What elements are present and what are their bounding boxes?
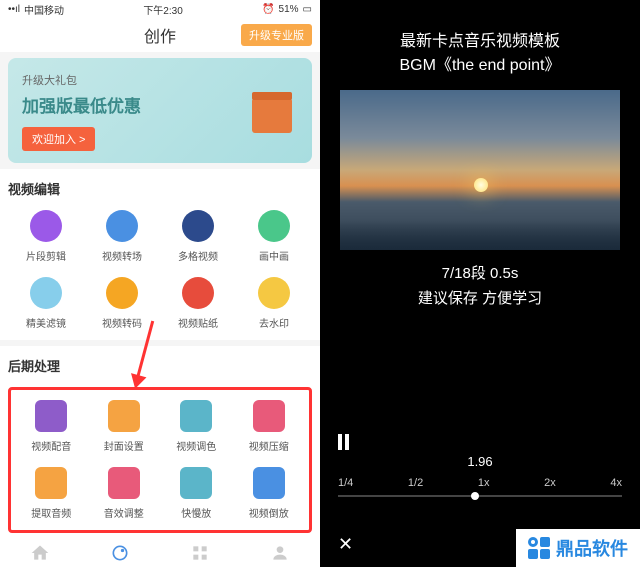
speed-mark[interactable]: 1/2 <box>408 477 423 489</box>
feature-icon <box>35 467 67 499</box>
feature-label: 音效调整 <box>104 505 144 520</box>
slider-thumb[interactable] <box>471 492 479 500</box>
video-preview[interactable] <box>340 90 620 250</box>
brand-icon <box>528 537 550 559</box>
time: 下午2:30 <box>143 2 182 17</box>
brand-text: 鼎品软件 <box>556 535 628 561</box>
grid-item-post-6[interactable]: 快慢放 <box>160 467 233 520</box>
video-title-line2: BGM《the end point》 <box>340 54 620 78</box>
grid-item-edit-5[interactable]: 视频转码 <box>84 277 160 330</box>
grid-item-edit-4[interactable]: 精美滤镜 <box>8 277 84 330</box>
tab-video[interactable] <box>80 543 160 563</box>
brand-watermark: 鼎品软件 <box>516 529 640 567</box>
section-title: 后期处理 <box>8 356 312 375</box>
feature-label: 视频调色 <box>176 438 216 453</box>
promo-subtitle: 升级大礼包 <box>22 72 298 88</box>
feature-label: 精美滤镜 <box>26 315 66 330</box>
promo-card[interactable]: 升级大礼包 加强版最低优惠 欢迎加入 > <box>8 58 312 163</box>
left-screen: ••ıl 中国移动 下午2:30 ⏰ 51% ▭ 创作 升级专业版 升级大礼包 … <box>0 0 320 567</box>
feature-label: 画中画 <box>259 248 289 263</box>
header: 创作 升级专业版 <box>0 18 320 52</box>
upgrade-button[interactable]: 升级专业版 <box>241 24 312 46</box>
section-post-process: 后期处理 视频配音 封面设置 视频调色 视频压缩提取音频 音效调整 快慢放 视频倒放 <box>0 346 320 543</box>
grid-item-post-4[interactable]: 提取音频 <box>15 467 88 520</box>
feature-icon <box>180 400 212 432</box>
feature-icon <box>182 210 214 242</box>
feature-label: 快慢放 <box>181 505 211 520</box>
tab-grid[interactable] <box>160 543 240 563</box>
grid-item-edit-3[interactable]: 画中画 <box>236 210 312 263</box>
section-video-edit: 视频编辑 片段剪辑 视频转场 多格视频 画中画精美滤镜 视频转码 视频贴纸 去水印 <box>0 169 320 340</box>
feature-label: 视频转场 <box>102 248 142 263</box>
feature-icon <box>106 277 138 309</box>
grid-item-edit-1[interactable]: 视频转场 <box>84 210 160 263</box>
feature-icon <box>180 467 212 499</box>
speed-mark[interactable]: 1x <box>478 477 490 489</box>
arrow-annotation <box>144 320 147 380</box>
feature-icon <box>108 400 140 432</box>
grid-item-post-2[interactable]: 视频调色 <box>160 400 233 453</box>
grid-item-post-0[interactable]: 视频配音 <box>15 400 88 453</box>
feature-label: 视频配音 <box>31 438 71 453</box>
feature-icon <box>30 210 62 242</box>
alarm-icon: ⏰ <box>262 4 274 15</box>
section-title: 视频编辑 <box>8 179 312 198</box>
grid-item-post-7[interactable]: 视频倒放 <box>233 467 306 520</box>
speed-slider[interactable] <box>338 495 622 497</box>
status-bar: ••ıl 中国移动 下午2:30 ⏰ 51% ▭ <box>0 0 320 18</box>
segment-info: 7/18段 0.5s <box>340 262 620 283</box>
feature-icon <box>258 210 290 242</box>
tab-bar <box>0 539 320 567</box>
grid-item-edit-7[interactable]: 去水印 <box>236 277 312 330</box>
carrier: 中国移动 <box>24 2 64 17</box>
signal-icon: ••ıl <box>8 4 20 15</box>
right-screen: 最新卡点音乐视频模板 BGM《the end point》 7/18段 0.5s… <box>320 0 640 567</box>
feature-label: 多格视频 <box>178 248 218 263</box>
feature-label: 视频贴纸 <box>178 315 218 330</box>
close-button[interactable]: ✕ <box>338 534 353 555</box>
feature-icon <box>182 277 214 309</box>
page-title: 创作 <box>144 23 176 47</box>
tab-home[interactable] <box>0 543 80 563</box>
player-controls: 1.96 1/4 1/2 1x 2x 4x <box>320 434 640 497</box>
feature-icon <box>30 277 62 309</box>
speed-mark[interactable]: 1/4 <box>338 477 353 489</box>
join-button[interactable]: 欢迎加入 > <box>22 127 95 151</box>
feature-label: 去水印 <box>259 315 289 330</box>
grid-item-edit-2[interactable]: 多格视频 <box>160 210 236 263</box>
video-title-line1: 最新卡点音乐视频模板 <box>340 30 620 54</box>
feature-icon <box>253 467 285 499</box>
feature-icon <box>108 467 140 499</box>
grid-item-post-5[interactable]: 音效调整 <box>88 467 161 520</box>
feature-icon <box>258 277 290 309</box>
speed-mark[interactable]: 2x <box>544 477 556 489</box>
feature-icon <box>106 210 138 242</box>
speed-labels: 1/4 1/2 1x 2x 4x <box>338 477 622 489</box>
grid-item-edit-6[interactable]: 视频贴纸 <box>160 277 236 330</box>
grid-item-post-1[interactable]: 封面设置 <box>88 400 161 453</box>
feature-label: 封面设置 <box>104 438 144 453</box>
feature-label: 视频压缩 <box>249 438 289 453</box>
pause-button[interactable] <box>338 434 622 450</box>
highlight-annotation: 视频配音 封面设置 视频调色 视频压缩提取音频 音效调整 快慢放 视频倒放 <box>8 387 312 533</box>
battery: 51% <box>279 4 299 15</box>
feature-icon <box>35 400 67 432</box>
hint-text: 建议保存 方便学习 <box>340 287 620 308</box>
feature-label: 视频倒放 <box>249 505 289 520</box>
grid-item-post-3[interactable]: 视频压缩 <box>233 400 306 453</box>
battery-icon: ▭ <box>303 4 312 15</box>
tab-profile[interactable] <box>240 543 320 563</box>
feature-icon <box>253 400 285 432</box>
time-value: 1.96 <box>338 454 622 469</box>
speed-mark[interactable]: 4x <box>610 477 622 489</box>
gift-icon <box>232 88 302 138</box>
feature-label: 提取音频 <box>31 505 71 520</box>
grid-item-edit-0[interactable]: 片段剪辑 <box>8 210 84 263</box>
feature-label: 片段剪辑 <box>26 248 66 263</box>
feature-label: 视频转码 <box>102 315 142 330</box>
